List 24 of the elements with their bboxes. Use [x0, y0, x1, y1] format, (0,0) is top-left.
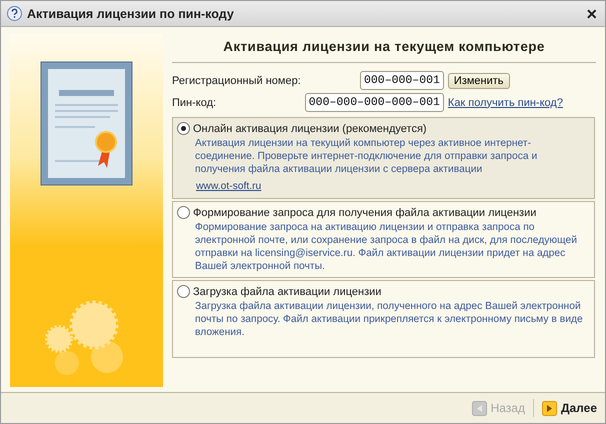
option-description: Активация лицензии на текущий компьютер через активное интернет-соединение. Проверьте интернет-подключение для отправки запроса и получения файла активации лицензии с сервера активации [195, 137, 538, 176]
close-button[interactable]: × [584, 4, 599, 22]
pin-help-link[interactable]: Как получить пин-код? [448, 96, 563, 108]
registration-number-field[interactable]: 000–000–001 [360, 71, 444, 90]
dialog-heading: Активация лицензии на текущем компьютере [172, 34, 596, 63]
option-panel[interactable] [172, 201, 595, 278]
option-description: Формирование запроса на активацию лицензии и отправка запроса по электронной почте, или сохранение запроса в файл на диск, для последующей отправки на licensing@iservice.ru. Файл активации лицензии придет на адрес Вашей электронной почты. [195, 221, 578, 273]
website-link[interactable]: www.ot-soft.ru [196, 181, 262, 192]
option-description: Загрузка файла активации лицензии, полученного на адрес Вашей электронной почты по запросу. Файл активации прикрепляется к электронному письму в виде вложения. [195, 300, 584, 339]
window-title: Активация лицензии по пин-коду [27, 6, 235, 20]
next-button[interactable]: Далее [540, 400, 599, 416]
option-panel[interactable]: Загрузка файла активации лицензии Загрузка файла активации лицензии, полученного на адрес Вашей электронной почты по запросу. Файл активации прикрепляется к электронному письму в виде вложения. [172, 280, 595, 358]
pin-label: Пин-код: [172, 96, 218, 108]
pin-code-field[interactable]: 000–000–000–000–001 [304, 93, 444, 112]
option-label[interactable]: Загрузка файла активации лицензии [193, 286, 382, 298]
option-panel[interactable] [172, 117, 595, 199]
radio-button[interactable] [177, 285, 190, 298]
option-label[interactable]: Онлайн активация лицензии (рекомендуется) [193, 122, 427, 134]
registration-label: Регистрационный номер: [172, 74, 301, 86]
radio-button[interactable] [177, 206, 190, 219]
option-label[interactable]: Формирование запроса для получения файла активации лицензии [193, 206, 536, 218]
help-icon[interactable] [7, 6, 22, 21]
change-button[interactable]: Изменить [448, 72, 510, 88]
radio-button[interactable] [177, 122, 190, 135]
